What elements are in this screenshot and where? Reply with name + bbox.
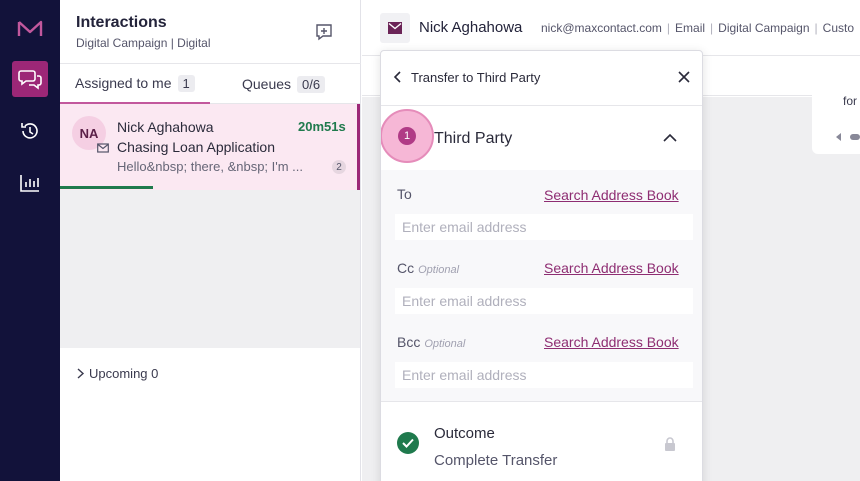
optional-hint: Optional bbox=[424, 338, 466, 350]
panel-header: Interactions Digital Campaign | Digital bbox=[60, 0, 361, 64]
new-interaction-button[interactable] bbox=[314, 22, 334, 42]
left-nav-rail bbox=[0, 0, 60, 481]
message-text: for bbox=[843, 94, 858, 108]
lock-icon bbox=[663, 436, 677, 452]
message-preview: Hello&nbsp; there, &nbsp; I'm ... bbox=[117, 159, 304, 174]
time-progress-bar bbox=[60, 186, 153, 189]
chevron-up-icon[interactable] bbox=[663, 131, 677, 143]
history-icon[interactable] bbox=[12, 113, 48, 149]
interactions-panel: Interactions Digital Campaign | Digital … bbox=[60, 0, 361, 481]
cc-label: Cc Optional bbox=[397, 260, 459, 276]
search-address-book-link-cc[interactable]: Search Address Book bbox=[544, 260, 679, 276]
cc-email-input[interactable] bbox=[395, 288, 693, 314]
tab-assigned-to-me[interactable]: Assigned to me 1 bbox=[60, 64, 210, 104]
envelope-icon bbox=[97, 141, 109, 153]
campaign-label: Digital Campaign bbox=[718, 21, 810, 35]
customer-label: Custo bbox=[822, 21, 855, 35]
to-label: To bbox=[397, 186, 412, 202]
contact-name: Nick Aghahowa bbox=[117, 119, 214, 135]
close-icon[interactable] bbox=[677, 70, 691, 84]
section-title: Third Party bbox=[434, 130, 513, 147]
modal-title: Transfer to Third Party bbox=[411, 70, 541, 85]
transfer-modal: Transfer to Third Party 1 Third Party To… bbox=[380, 50, 703, 481]
bcc-label: Bcc Optional bbox=[397, 334, 465, 350]
message-plus-icon bbox=[316, 24, 332, 41]
app-window: Interactions Digital Campaign | Digital … bbox=[0, 0, 860, 481]
message-count-badge: 2 bbox=[332, 160, 346, 174]
message-bubble bbox=[812, 76, 860, 154]
optional-hint: Optional bbox=[418, 264, 460, 276]
interaction-timer: 20m51s bbox=[298, 119, 346, 134]
audio-player-icon[interactable] bbox=[836, 128, 860, 141]
outcome-value: Complete Transfer bbox=[434, 452, 558, 469]
back-chevron-icon[interactable] bbox=[391, 69, 405, 85]
empty-list-area bbox=[60, 190, 360, 348]
upcoming-label: Upcoming 0 bbox=[89, 366, 159, 381]
tab-label: Queues bbox=[242, 76, 292, 92]
interaction-subject: Chasing Loan Application bbox=[117, 139, 276, 155]
contact-name-heading: Nick Aghahowa bbox=[419, 19, 523, 36]
tab-count: 0/6 bbox=[297, 75, 326, 93]
bar-chart-icon[interactable] bbox=[12, 165, 48, 201]
to-email-input[interactable] bbox=[395, 214, 693, 240]
contact-meta: nick@maxcontact.com | Email | Digital Campai… bbox=[541, 21, 855, 35]
bcc-email-input[interactable] bbox=[395, 362, 693, 388]
email-channel-icon bbox=[380, 13, 410, 43]
step-number: 1 bbox=[398, 127, 416, 145]
third-party-form: To Search Address Book CcOptional Search… bbox=[381, 170, 702, 402]
search-address-book-link-bcc[interactable]: Search Address Book bbox=[544, 334, 679, 350]
panel-tabs: Assigned to me 1 Queues 0/6 bbox=[60, 64, 361, 104]
field-label-text: To bbox=[397, 186, 412, 202]
field-label-text: Bcc bbox=[397, 334, 421, 350]
contact-email: nick@maxcontact.com bbox=[541, 21, 662, 35]
tab-count: 1 bbox=[177, 74, 195, 92]
panel-title: Interactions bbox=[76, 14, 167, 31]
maxcontact-logo-icon[interactable] bbox=[12, 11, 48, 47]
contact-topbar: Nick Aghahowa nick@maxcontact.com | Email |… bbox=[362, 0, 860, 56]
tab-queues[interactable]: Queues 0/6 bbox=[242, 64, 326, 104]
field-label-text: Cc bbox=[397, 260, 415, 276]
search-address-book-link-to[interactable]: Search Address Book bbox=[544, 187, 679, 203]
panel-subtitle: Digital Campaign | Digital bbox=[76, 36, 211, 50]
chat-bubbles-icon[interactable] bbox=[12, 61, 48, 97]
outcome-title: Outcome bbox=[434, 425, 495, 442]
chevron-right-icon bbox=[77, 368, 85, 379]
tab-label: Assigned to me bbox=[75, 75, 172, 91]
channel-label: Email bbox=[675, 21, 706, 35]
check-circle-icon bbox=[397, 432, 419, 454]
modal-header: Transfer to Third Party bbox=[381, 51, 702, 106]
upcoming-toggle[interactable]: Upcoming 0 bbox=[76, 366, 158, 381]
